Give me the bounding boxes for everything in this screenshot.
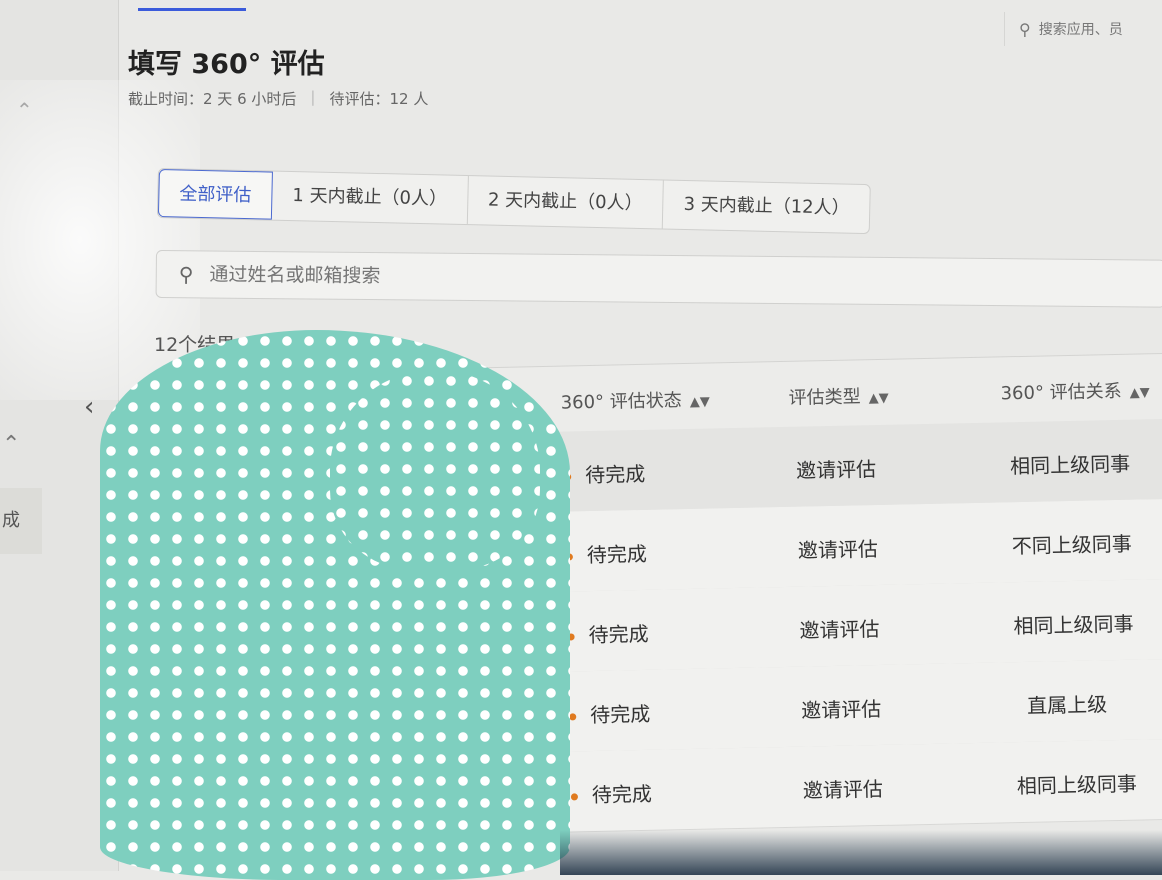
status-text: 待完成 [589, 701, 651, 728]
status-cell: 待完成 [567, 618, 649, 649]
tab-all[interactable]: 全部评估 [157, 169, 273, 220]
active-tab-indicator [138, 8, 246, 11]
sort-icon[interactable]: ▲▼ [869, 391, 889, 406]
sort-icon[interactable]: ▲▼ [1130, 385, 1150, 400]
type-cell: 邀请评估 [795, 457, 877, 483]
status-text: 待完成 [586, 541, 648, 568]
status-dot-icon [569, 713, 577, 721]
status-cell: 待完成 [570, 778, 653, 809]
tab-1-day[interactable]: 1 天内截止（0人） [271, 171, 469, 225]
chevron-up-icon[interactable]: ⌃ [2, 432, 20, 457]
divider: | [310, 88, 316, 106]
page-title: 填写 360° 评估 [128, 49, 325, 80]
sort-icon[interactable]: ▲▼ [690, 394, 710, 409]
redaction-overlay [330, 370, 540, 570]
relation-cell: 直属上级 [1026, 692, 1108, 718]
status-dot-icon [570, 793, 579, 801]
relation-cell: 相同上级同事 [1009, 451, 1131, 479]
column-label: 360° 评估状态 [560, 390, 682, 414]
column-header-relation[interactable]: 360° 评估关系 ▲▼ [1000, 376, 1150, 405]
type-cell: 邀请评估 [797, 537, 879, 563]
relation-cell: 不同上级同事 [1011, 531, 1133, 559]
search-icon: ⚲ [178, 262, 194, 287]
column-label: 评估类型 [788, 386, 861, 409]
screen-bezel [560, 830, 1162, 875]
status-cell: 待完成 [569, 698, 651, 729]
status-text: 待完成 [588, 621, 649, 648]
global-search[interactable]: ⚲ 搜索应用、员 [1004, 12, 1162, 46]
type-cell: 邀请评估 [800, 696, 882, 723]
search-icon: ⚲ [1019, 19, 1031, 39]
search-input[interactable] [207, 262, 912, 294]
page-subtitle: 截止时间：2 天 6 小时后 | 待评估：12 人 [128, 88, 428, 109]
global-search-placeholder: 搜索应用、员 [1038, 22, 1123, 38]
search-field[interactable]: ⚲ [155, 250, 1162, 308]
column-header-type[interactable]: 评估类型 ▲▼ [788, 382, 889, 410]
relation-cell: 相同上级同事 [1013, 611, 1134, 639]
relation-cell: 相同上级同事 [1016, 771, 1138, 799]
status-text: 待完成 [591, 781, 653, 808]
tab-2-day[interactable]: 2 天内截止（0人） [467, 176, 665, 229]
column-header-status[interactable]: 360° 评估状态 ▲▼ [560, 385, 710, 414]
type-cell: 邀请评估 [802, 776, 884, 803]
column-label: 360° 评估关系 [1000, 380, 1122, 405]
tab-3-day[interactable]: 3 天内截止（12人） [663, 180, 870, 233]
filter-tabs: 全部评估 1 天内截止（0人） 2 天内截止（0人） 3 天内截止（12人） [156, 168, 872, 235]
type-cell: 邀请评估 [799, 616, 880, 643]
deadline-text: 截止时间：2 天 6 小时后 [128, 90, 297, 108]
sidebar-item[interactable]: 成 [0, 488, 42, 554]
status-cell: 待完成 [565, 538, 648, 569]
pending-count: 待评估：12 人 [329, 90, 429, 108]
status-text: 待完成 [584, 461, 646, 488]
status-cell: 待完成 [564, 458, 646, 489]
